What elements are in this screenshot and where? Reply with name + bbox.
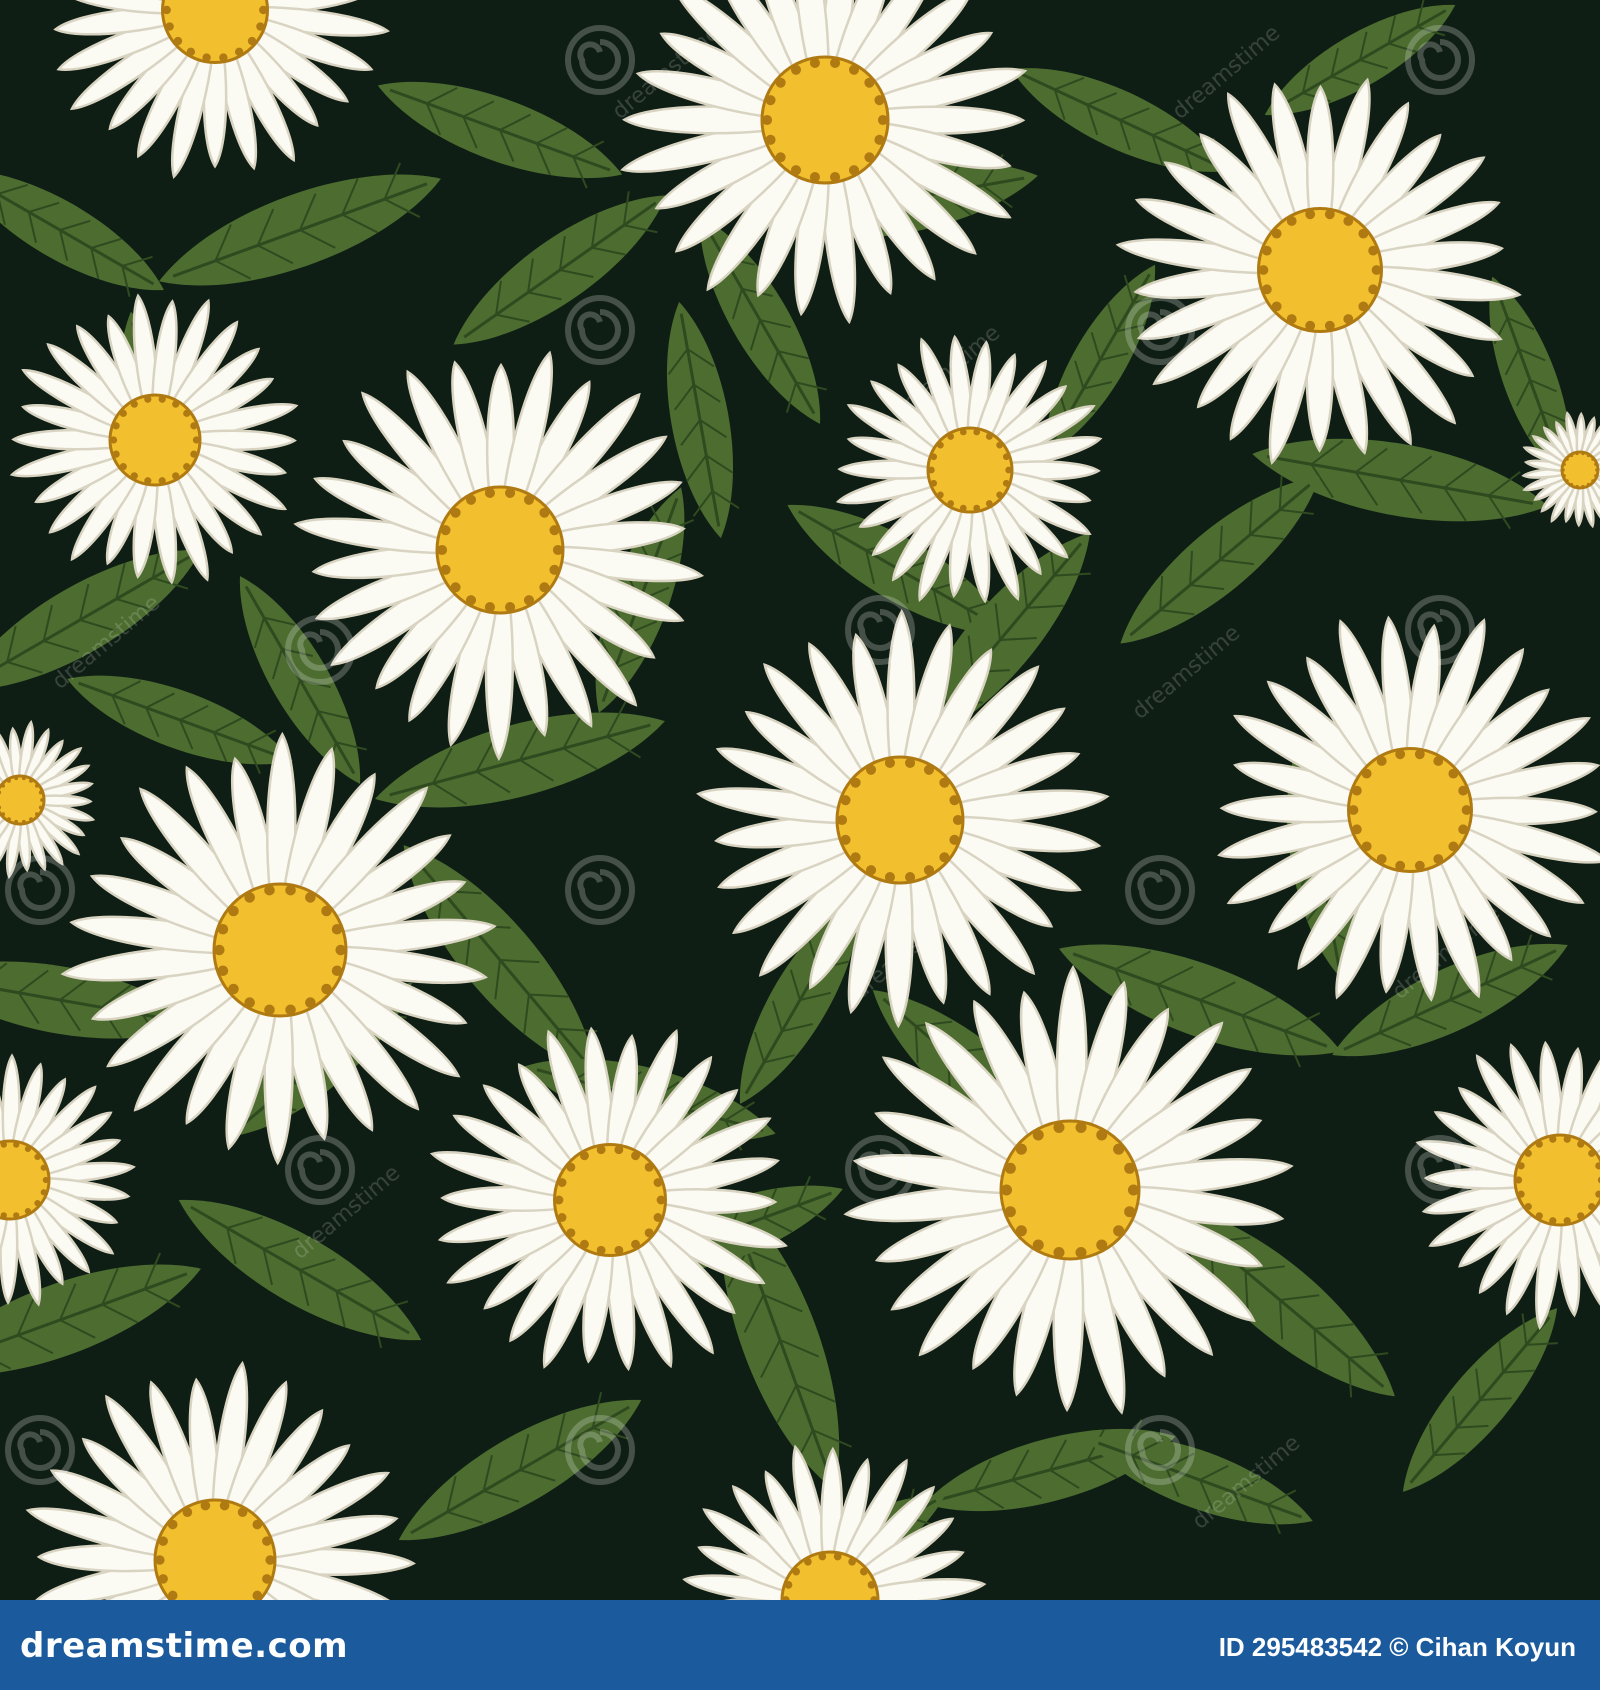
stock-image: dreamstime dreamstime dreamstime dreamstime…	[0, 0, 1600, 1690]
daisy-pattern-illustration: dreamstime dreamstimedreamstimedreamstime…	[0, 0, 1600, 1600]
footer-brand: dreamstime.com	[20, 1626, 349, 1666]
footer-bar: dreamstime.com ID 295483542 © Cihan Koyu…	[0, 1600, 1600, 1690]
footer-credit: ID 295483542 © Cihan Koyun	[1218, 1632, 1576, 1662]
